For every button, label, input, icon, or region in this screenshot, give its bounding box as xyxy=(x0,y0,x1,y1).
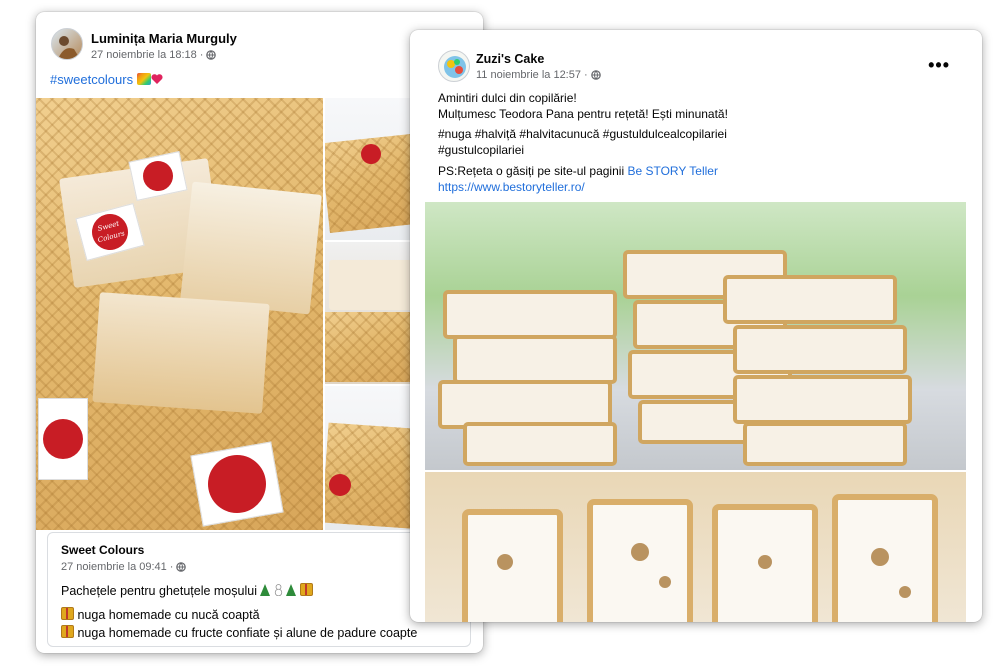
sticker-text: Sweet Colours xyxy=(87,209,133,255)
post-text-line-1: Amintiri dulci din copilărie! xyxy=(438,91,577,105)
snowman-icon xyxy=(274,584,283,596)
tree-icon xyxy=(286,584,297,596)
post-ps-line: PS:Rețeta o găsiți pe site-ul paginii Be… xyxy=(438,163,718,179)
author-avatar[interactable] xyxy=(51,28,83,60)
tree-icon xyxy=(260,584,271,596)
heart-icon xyxy=(151,74,163,84)
post-author[interactable]: Zuzi's Cake xyxy=(476,52,544,66)
sticker xyxy=(329,474,351,496)
shared-line-1: Pachețele pentru ghetuțele moșului xyxy=(61,583,313,599)
post-photo-main[interactable]: Sweet Colours xyxy=(36,98,323,530)
shared-line-2: nuga homemade cu nucă coaptă xyxy=(61,607,260,623)
page-mention-link[interactable]: Be STORY Teller xyxy=(627,164,718,178)
hashtag-sweetcolours[interactable]: #sweetcolours xyxy=(50,72,133,87)
shared-timestamp[interactable]: 27 noiembrie la 09:41 · xyxy=(61,561,187,573)
website-link[interactable]: https://www.bestoryteller.ro/ xyxy=(438,179,585,195)
nougat-piece xyxy=(92,292,270,414)
shared-line-1-text: Pachețele pentru ghetuțele moșului xyxy=(61,584,257,598)
shared-line-2-text: nuga homemade cu nucă coaptă xyxy=(77,608,260,622)
post-photo-second[interactable] xyxy=(425,472,966,622)
shared-line-3-text: nuga homemade cu fructe confiate și alun… xyxy=(77,626,418,640)
post-photo-main[interactable] xyxy=(425,202,966,470)
rainbow-flag-icon xyxy=(136,73,151,85)
post-card-right: Zuzi's Cake 11 noiembrie la 12:57 · ••• … xyxy=(410,30,982,622)
shared-post: Sweet Colours 27 noiembrie la 09:41 · Pa… xyxy=(47,532,471,647)
post-text-line-2: Mulțumesc Teodora Pana pentru rețetă! Eș… xyxy=(438,107,728,121)
timestamp-text[interactable]: 27 noiembrie la 18:18 xyxy=(91,49,197,61)
nougat-piece xyxy=(329,260,419,310)
shared-author[interactable]: Sweet Colours xyxy=(61,543,144,557)
sticker xyxy=(361,144,381,164)
nougat-stack-image xyxy=(438,250,912,466)
globe-icon xyxy=(590,70,601,80)
avatar-image xyxy=(58,36,80,59)
sticker xyxy=(190,441,284,527)
post-timestamp[interactable]: 27 noiembrie la 18:18 · xyxy=(91,49,217,61)
globe-icon xyxy=(176,562,187,572)
timestamp-text[interactable]: 11 noiembrie la 12:57 xyxy=(476,69,581,81)
post-hashtags-2[interactable]: #gustulcopilariei xyxy=(438,142,524,158)
wafer-stack xyxy=(325,312,420,382)
gift-icon xyxy=(299,583,313,596)
gift-icon xyxy=(61,607,74,620)
ps-text: PS:Rețeta o găsiți pe site-ul paginii xyxy=(438,164,625,178)
globe-icon xyxy=(206,50,217,60)
sticker xyxy=(38,398,88,480)
post-timestamp[interactable]: 11 noiembrie la 12:57 · xyxy=(476,69,601,81)
shared-line-3: nuga homemade cu fructe confiate și alun… xyxy=(61,625,417,641)
timestamp-text[interactable]: 27 noiembrie la 09:41 xyxy=(61,561,167,573)
gift-icon xyxy=(61,625,74,638)
nougat-slices-image xyxy=(462,494,938,622)
more-options-icon[interactable]: ••• xyxy=(928,56,950,74)
post-author[interactable]: Luminița Maria Murguly xyxy=(91,31,237,46)
nougat-piece xyxy=(180,181,322,315)
post-hashtag-line: #sweetcolours xyxy=(50,72,163,88)
avatar-image xyxy=(444,56,466,78)
post-hashtags-1[interactable]: #nuga #halviță #halvitacunucă #gustuldul… xyxy=(438,126,727,142)
author-avatar[interactable] xyxy=(438,50,470,82)
